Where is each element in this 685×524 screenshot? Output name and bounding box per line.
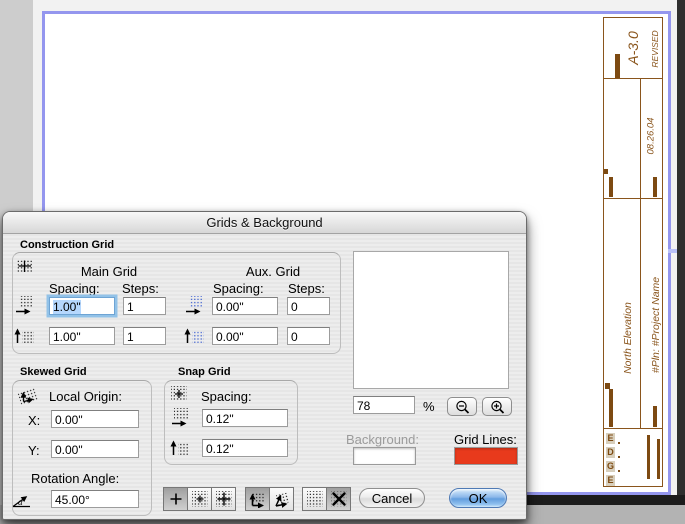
main-v-steps-field[interactable]: 1 [123, 327, 166, 345]
preview-zoom-field[interactable]: 78 [353, 396, 415, 414]
main-spacing-label: Spacing: [49, 281, 100, 296]
grid-display-plus-button[interactable] [163, 487, 188, 511]
aux-steps-label: Steps: [288, 281, 325, 296]
snap-v-spacing-field[interactable]: 0.12" [202, 439, 288, 457]
snap-grid-section-label: Snap Grid [178, 366, 231, 378]
main-grid-heading: Main Grid [80, 264, 138, 279]
svg-text:α: α [18, 497, 23, 507]
titleblock-divider [604, 78, 662, 79]
titleblock-bar [653, 177, 657, 197]
aux-grid-heading: Aux. Grid [245, 264, 301, 279]
titleblock-bar [615, 54, 620, 78]
grid-display-dots-plus-button[interactable] [187, 487, 212, 511]
grid-skew-axes-button[interactable] [269, 487, 294, 511]
v-spacing-grid-icon [14, 325, 36, 350]
sheet-date: 08.26.04 [645, 117, 657, 155]
firm-logo-letter: D [606, 447, 615, 458]
sheet-border-handle [668, 249, 677, 253]
titleblock-bar [647, 435, 650, 479]
zoom-in-icon [490, 400, 504, 414]
titleblock-divider [604, 428, 662, 429]
titleblock-bar [609, 177, 613, 197]
titleblock-bar [609, 389, 613, 427]
cancel-button[interactable]: Cancel [359, 488, 425, 508]
grid-ortho-axes-button[interactable] [245, 487, 270, 511]
revised-label: REVISED [650, 30, 660, 68]
y-label: Y: [28, 443, 40, 458]
grid-dots-only-button[interactable] [302, 487, 327, 511]
main-steps-label: Steps: [122, 281, 159, 296]
snap-spacing-label: Spacing: [201, 389, 252, 404]
titleblock-mark [604, 169, 608, 174]
titleblock-bar [657, 439, 660, 479]
grid-display-dots-bigplus-button[interactable] [211, 487, 236, 511]
sheet-number: A-3.0 [625, 31, 641, 65]
firm-logo-letter: E [606, 475, 615, 486]
main-v-spacing-field[interactable]: 1.00" [49, 327, 115, 345]
skewed-grid-icon [15, 384, 41, 413]
aux-v-spacing-field[interactable]: 0.00" [212, 327, 278, 345]
construction-grid-section-label: Construction Grid [20, 239, 115, 251]
window-right-edge [677, 0, 685, 505]
rotation-angle-label: Rotation Angle: [31, 471, 120, 486]
background-color-well [353, 447, 416, 465]
snap-h-grid-icon [170, 407, 191, 432]
snap-v-grid-icon [170, 437, 191, 462]
titleblock-divider [604, 198, 662, 199]
main-h-steps-field[interactable]: 1 [123, 297, 166, 315]
project-name: #Pln: #Project Name [650, 276, 662, 374]
main-h-spacing-field[interactable]: 1.00" [49, 297, 115, 315]
local-origin-label: Local Origin: [49, 389, 122, 404]
firm-logo-dot [618, 470, 620, 472]
construction-grid-icon [14, 257, 35, 281]
rotation-angle-field[interactable]: 45.00° [51, 490, 139, 508]
titleblock: A-3.0 REVISED 08.26.04 North Elevation #… [603, 17, 663, 487]
zoom-out-button[interactable] [447, 397, 477, 416]
percent-label: % [423, 399, 435, 414]
titleblock-divider [640, 78, 641, 428]
snap-grid-icon [170, 385, 189, 408]
aux-v-steps-field[interactable]: 0 [287, 327, 330, 345]
grids-background-dialog: Grids & Background Construction Grid Mai… [2, 211, 527, 520]
background-label: Background: [346, 432, 419, 447]
firm-logo-dot [618, 456, 620, 458]
grid-lines-color-well[interactable] [454, 447, 518, 465]
aux-h-spacing-grid-icon [184, 295, 206, 320]
grid-off-button[interactable] [326, 487, 351, 511]
firm-logo-letter: E [606, 433, 615, 444]
aux-spacing-label: Spacing: [213, 281, 264, 296]
ok-button[interactable]: OK [449, 488, 507, 508]
aux-v-spacing-grid-icon [184, 325, 206, 350]
grid-display-button-row [163, 487, 351, 511]
aux-h-spacing-field[interactable]: 0.00" [212, 297, 278, 315]
zoom-in-button[interactable] [482, 397, 512, 416]
zoom-out-icon [455, 400, 469, 414]
rotation-angle-icon: α [11, 492, 33, 514]
origin-x-field[interactable]: 0.00" [51, 410, 139, 428]
origin-y-field[interactable]: 0.00" [51, 440, 139, 458]
titleblock-bar [653, 406, 657, 427]
x-label: X: [28, 413, 41, 428]
firm-logo-letter: G [606, 461, 615, 472]
h-spacing-grid-icon [14, 295, 36, 320]
drawing-title: North Elevation [622, 302, 634, 374]
grid-lines-label: Grid Lines: [454, 432, 517, 447]
firm-logo-dot [618, 442, 620, 444]
aux-h-steps-field[interactable]: 0 [287, 297, 330, 315]
skewed-grid-section-label: Skewed Grid [20, 366, 87, 378]
dialog-title: Grids & Background [3, 212, 526, 234]
snap-h-spacing-field[interactable]: 0.12" [202, 409, 288, 427]
grid-preview [353, 251, 509, 389]
